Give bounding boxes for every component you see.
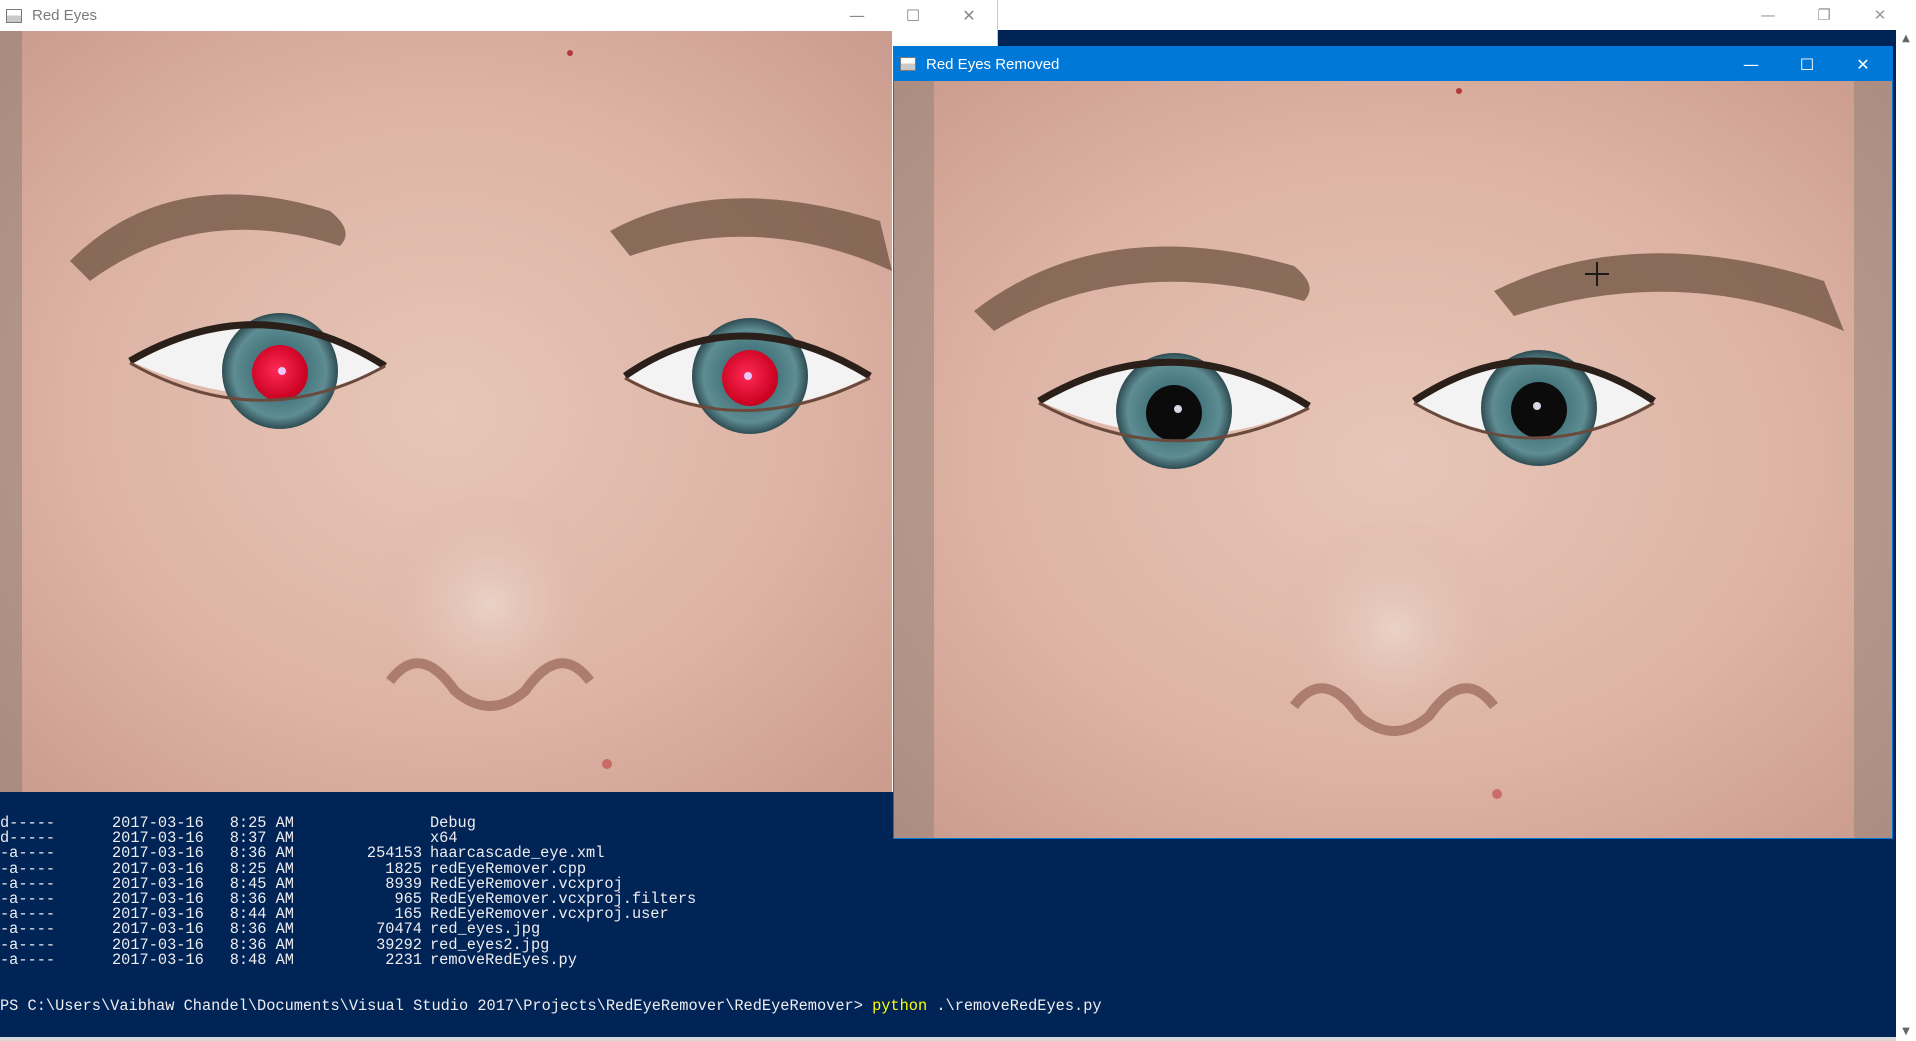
minimize-button[interactable]: — [829, 0, 885, 31]
minimize-icon: — [1760, 6, 1776, 24]
maximize-icon: ☐ [905, 6, 921, 25]
red-eyes-titlebar[interactable]: Red Eyes — ☐ ✕ [0, 0, 997, 31]
command-args: .\removeRedEyes.py [927, 997, 1102, 1015]
close-button[interactable]: ✕ [941, 0, 997, 31]
face-photo-red-eyes-removed [894, 81, 1892, 838]
close-icon: ✕ [962, 6, 976, 25]
listing-length [300, 816, 430, 831]
scroll-up-icon[interactable]: ▲ [1896, 30, 1916, 48]
red-eyes-removed-titlebar[interactable]: Red Eyes Removed — ☐ ✕ [894, 47, 1892, 81]
listing-name: Debug [430, 814, 476, 832]
scroll-down-icon[interactable]: ▼ [1896, 1023, 1916, 1041]
maximize-button[interactable]: ☐ [1779, 47, 1835, 81]
console-restore-button[interactable]: ❐ [1796, 0, 1852, 30]
listing-time: 8:48 AM [229, 950, 294, 969]
maximize-button[interactable]: ☐ [885, 0, 941, 31]
minimize-icon: — [1743, 54, 1759, 74]
maximize-icon: ☐ [1799, 54, 1815, 74]
listing-date: 2017-03-16 [112, 950, 204, 969]
console-close-button[interactable]: ✕ [1852, 0, 1908, 30]
window-title: Red Eyes Removed [926, 55, 1060, 73]
window-icon [900, 57, 916, 71]
crosshair-cursor-icon [1585, 262, 1609, 286]
image-canvas[interactable] [0, 31, 892, 792]
window-icon [6, 8, 22, 23]
prompt-line: PS C:\Users\Vaibhaw Chandel\Documents\Vi… [0, 997, 1102, 1015]
window-title: Red Eyes [32, 7, 98, 24]
close-button[interactable]: ✕ [1835, 47, 1891, 81]
minimize-button[interactable]: — [1723, 47, 1779, 81]
listing-length: 2231 [385, 950, 422, 969]
face-photo-red-eyes [0, 31, 892, 792]
close-icon: ✕ [1873, 6, 1887, 24]
listing-row: -a---- 2017-03-16 8:48 AM 2231 removeRedEyes… [0, 950, 830, 969]
console-horizontal-scrollbar[interactable] [0, 1037, 1896, 1041]
red-eyes-removed-window: Red Eyes Removed — ☐ ✕ [893, 46, 1893, 839]
prompt-text: PS C:\Users\Vaibhaw Chandel\Documents\Vi… [0, 997, 873, 1015]
console-vertical-scrollbar[interactable]: ▲ ▼ [1896, 30, 1916, 1041]
directory-listing: d----- 2017-03-16 8:25 AM Debug d----- 2017-0… [0, 814, 830, 969]
listing-mode: -a---- [0, 950, 56, 969]
minimize-icon: — [849, 6, 865, 25]
image-canvas[interactable] [894, 81, 1892, 838]
listing-name: removeRedEyes.py [430, 950, 577, 969]
command-text: python [872, 997, 928, 1015]
close-icon: ✕ [1856, 54, 1870, 74]
restore-icon: ❐ [1817, 6, 1831, 24]
red-eyes-window: Red Eyes — ☐ ✕ [0, 0, 998, 792]
console-minimize-button[interactable]: — [1740, 0, 1796, 30]
